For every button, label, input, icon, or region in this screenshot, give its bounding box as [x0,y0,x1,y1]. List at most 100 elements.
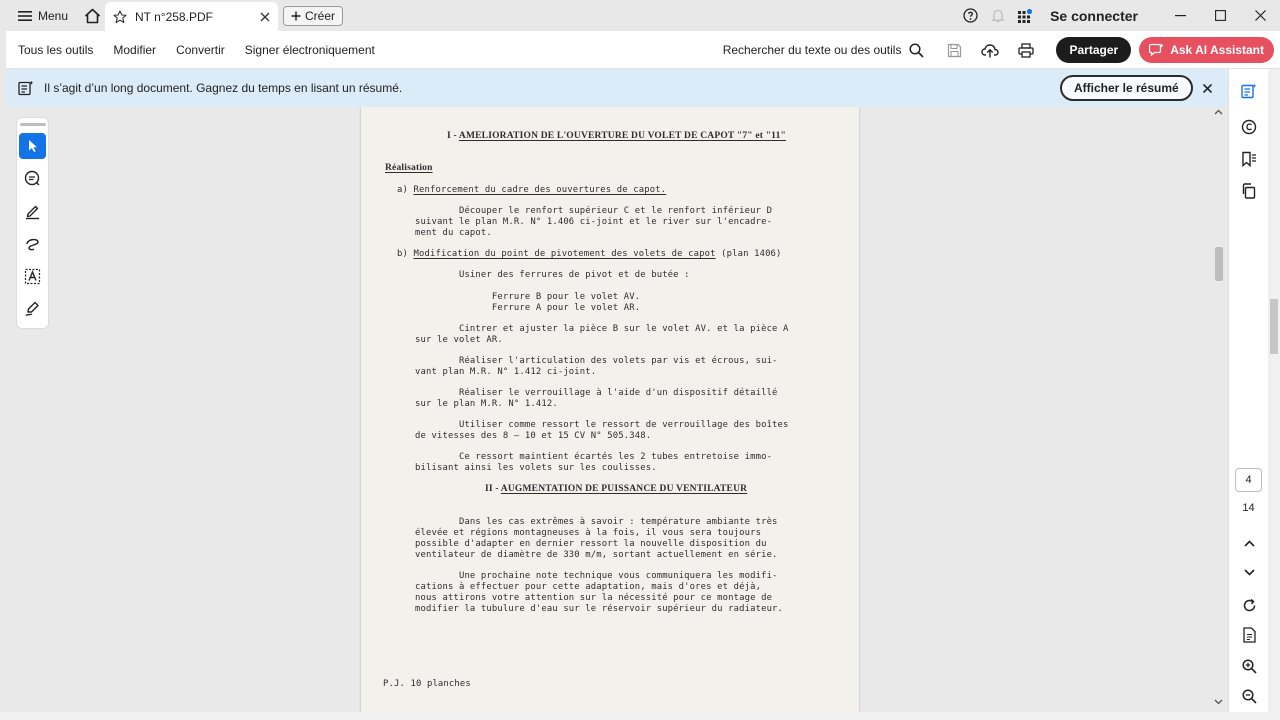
create-button[interactable]: Créer [283,6,344,26]
banner-message: Il s’agit d’un long document. Gagnez du … [44,81,403,95]
close-icon [1254,10,1266,21]
select-tool[interactable] [19,132,46,160]
menu-label: Menu [38,8,69,23]
paragraph-line: Une prochaine note technique vous commun… [415,571,778,581]
close-icon [1202,83,1212,93]
paragraph-line: cations à effectuer pour cette adaptatio… [415,582,762,592]
search-icon[interactable] [909,42,925,58]
page-number-input[interactable]: 4 [1235,468,1262,492]
comment-icon [24,170,41,187]
rotate-button[interactable] [1237,593,1261,617]
help-button[interactable] [957,0,984,31]
text-box-icon [24,268,41,285]
search-tools-label[interactable]: Rechercher du texte ou des outils [723,43,902,57]
page-thumbnail-button[interactable] [1237,623,1261,647]
create-label: Créer [305,9,336,23]
highlighter-icon [24,203,41,220]
tab-close-icon[interactable] [260,12,270,22]
paragraph-line: ventilateur de diamètre de 330 m/m, sort… [415,550,778,560]
home-button[interactable] [78,0,106,31]
bookmarks-panel-button[interactable] [1237,147,1261,171]
scroll-up-arrow-icon[interactable] [1214,109,1223,115]
realisation-heading: Réalisation [385,163,433,173]
pages-panel-button[interactable] [1237,179,1261,203]
home-icon [84,8,101,24]
summary-icon [18,80,34,96]
paragraph-line: suivant le plan M.R. N° 1.406 ci-joint e… [415,217,773,227]
title-bar-actions: Se connecter [957,0,1280,31]
show-summary-button[interactable]: Afficher le résumé [1060,75,1193,101]
pdf-page: I - AMELIORATION DE L'OUVERTURE DU VOLET… [361,107,859,712]
paragraph-line: Réaliser le verrouillage à l'aide d'un d… [415,388,778,398]
copy-pages-icon [1241,183,1257,199]
printer-icon [1018,42,1035,58]
palette-grip[interactable] [19,123,46,126]
comments-panel-button[interactable] [1237,115,1261,139]
maximize-icon [1214,10,1226,21]
ai-assistant-button[interactable]: Ask AI Assistant [1139,37,1274,63]
document-tab[interactable]: NT n°258.PDF [105,2,278,31]
menu-button[interactable]: Menu [0,0,78,31]
tab-convert[interactable]: Convertir [176,43,225,57]
save-icon [947,43,962,58]
scroll-down-arrow-icon[interactable] [1214,699,1223,705]
upload-button[interactable] [972,31,1008,69]
draw-tool[interactable] [19,231,46,258]
maximize-button[interactable] [1200,0,1240,31]
toolbar-actions: Rechercher du texte ou des outils Partag… [723,31,1280,69]
notifications-button[interactable] [984,0,1011,31]
cloud-upload-icon [981,43,1000,58]
print-button[interactable] [1008,31,1044,69]
paragraph-line: bilisant ainsi les volets sur les coulis… [415,463,657,473]
close-window-button[interactable] [1240,0,1280,31]
window-scroll-thumb[interactable] [1270,299,1278,354]
paragraph-line: ment du capot. [415,228,492,238]
paragraph-line: Ferrure B pour le volet AV. [415,292,641,302]
apps-button[interactable] [1011,0,1038,31]
highlight-tool[interactable] [19,198,46,225]
tab-all-tools[interactable]: Tous les outils [18,43,93,57]
plus-icon [291,11,301,21]
banner-close-button[interactable] [1197,78,1217,98]
page-fit-icon [1242,627,1257,643]
star-icon[interactable] [113,9,127,24]
quick-tools-palette [16,117,49,329]
scroll-thumb[interactable] [1215,247,1223,281]
save-button[interactable] [936,31,972,69]
summary-banner: Il s’agit d’un long document. Gagnez du … [6,69,1228,107]
comments-icon [1241,119,1257,135]
cursor-icon [27,139,39,153]
paragraph-line: Découper le renfort supérieur C et le re… [415,206,773,216]
window-scrollbar[interactable] [1268,69,1280,720]
tab-sign[interactable]: Signer électroniquement [245,43,375,57]
tab-edit[interactable]: Modifier [113,43,156,57]
comment-tool[interactable] [19,165,46,192]
document-viewport[interactable]: I - AMELIORATION DE L'OUVERTURE DU VOLET… [6,107,1228,712]
paragraph-line: Utiliser comme ressort le ressort de ver… [415,420,789,430]
right-rail: 4 14 [1228,69,1268,712]
paragraph-line: sur le volet AR. [415,335,503,345]
paragraph-line: vant plan M.R. N° 1.412 ci-joint. [415,367,597,377]
status-bar [0,712,1268,720]
subsection-a: a) Renforcement du cadre des ouvertures … [397,185,667,195]
text-box-tool[interactable] [19,263,46,290]
document-scrollbar[interactable] [1212,107,1226,712]
apps-grid-icon [1017,8,1033,24]
paragraph-line: Ce ressort maintient écartés les 2 tubes… [415,452,773,462]
zoom-out-icon [1241,688,1257,704]
previous-page-button[interactable] [1237,531,1261,555]
zoom-out-button[interactable] [1237,684,1261,708]
zoom-in-icon [1241,658,1257,674]
next-page-button[interactable] [1237,560,1261,584]
ai-summary-panel-button[interactable] [1237,79,1261,103]
zoom-in-button[interactable] [1237,654,1261,678]
attachments-note: P.J. 10 planches [383,679,471,689]
share-button[interactable]: Partager [1056,37,1132,63]
paragraph-line: nous attirons votre attention sur la néc… [415,593,773,603]
minimize-button[interactable] [1160,0,1200,31]
sign-tool[interactable] [19,296,46,323]
paragraph-line: modifier la tubulure d'eau sur le réserv… [415,604,784,614]
paragraph-line: Usiner des ferrures de pivot et de butée… [415,270,690,280]
sign-in-link[interactable]: Se connecter [1050,8,1138,24]
freehand-icon [24,235,41,252]
